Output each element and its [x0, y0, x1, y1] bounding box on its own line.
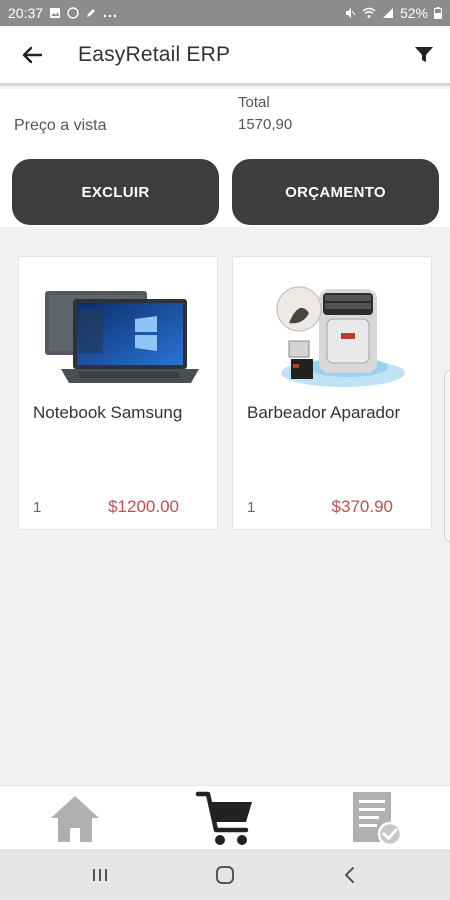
- battery-level: 52%: [399, 5, 428, 21]
- cart-summary: Preço a vista Total 1570,90 EXCLUIR ORÇA…: [0, 89, 450, 227]
- system-home-button[interactable]: [195, 849, 255, 900]
- product-card[interactable]: Notebook Samsung 1 $1200.00: [18, 256, 218, 530]
- filter-button[interactable]: [398, 25, 450, 85]
- whatsapp-icon: [67, 7, 79, 19]
- total-value: 1570,90: [238, 116, 293, 133]
- home-circle-icon: [216, 865, 234, 884]
- chevron-left-icon: [345, 866, 354, 883]
- gallery-icon: [50, 8, 61, 18]
- edit-icon: [87, 9, 96, 17]
- app-title: EasyRetail ERP: [78, 42, 231, 66]
- wifi-icon: [362, 7, 376, 18]
- signal-icon: [382, 8, 393, 18]
- nav-cart[interactable]: [190, 786, 260, 850]
- product-name: Notebook Samsung: [33, 403, 183, 422]
- bottom-nav: [0, 785, 450, 849]
- status-time: 20:37: [8, 5, 44, 21]
- quote-button[interactable]: ORÇAMENTO: [232, 159, 439, 225]
- back-arrow-icon: [22, 46, 43, 63]
- cart-icon: [195, 791, 252, 845]
- product-price: $1200.00: [108, 497, 179, 516]
- price-label: Preço a vista: [14, 117, 107, 134]
- battery-icon: [434, 7, 442, 19]
- product-card[interactable]: Barbeador Aparador 1 $370.90: [232, 256, 432, 530]
- status-bar: 20:37 52%: [0, 0, 450, 26]
- product-price: $370.90: [331, 497, 393, 516]
- recent-apps-icon: [93, 868, 107, 881]
- mute-icon: [345, 8, 356, 18]
- product-quantity: 1: [33, 499, 42, 516]
- laptop-image: [45, 291, 199, 383]
- system-nav-bar: [0, 849, 450, 900]
- delete-button[interactable]: EXCLUIR: [12, 159, 219, 225]
- back-button[interactable]: [0, 25, 64, 85]
- total-label: Total: [238, 94, 270, 111]
- receipt-check-icon: [353, 792, 403, 847]
- filter-icon: [415, 46, 433, 62]
- home-icon: [51, 796, 99, 842]
- shaver-image: [276, 286, 405, 387]
- nav-home[interactable]: [40, 786, 110, 850]
- edge-panel-handle[interactable]: [444, 370, 450, 542]
- nav-orders[interactable]: [340, 786, 410, 850]
- recent-apps-button[interactable]: [70, 849, 130, 900]
- system-back-button[interactable]: [320, 849, 380, 900]
- product-quantity: 1: [247, 499, 256, 516]
- app-bar: EasyRetail ERP: [0, 26, 450, 86]
- product-name: Barbeador Aparador: [247, 403, 401, 422]
- more-icon: [103, 14, 117, 18]
